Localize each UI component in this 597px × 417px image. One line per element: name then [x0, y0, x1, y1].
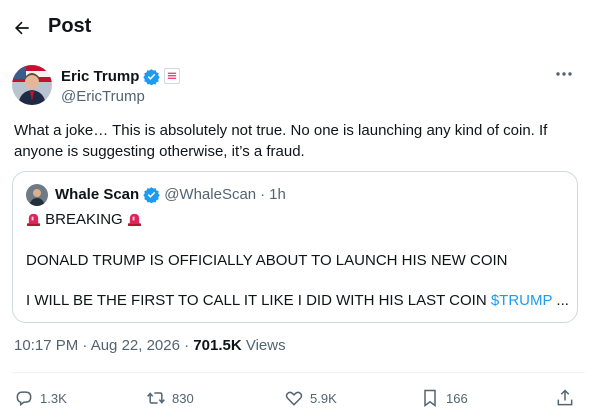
page-header: Post — [0, 0, 597, 56]
repost-button[interactable]: 830 — [146, 388, 194, 408]
like-icon — [285, 391, 303, 406]
quote-time[interactable]: 1h — [269, 186, 286, 203]
author-name[interactable]: Eric Trump — [61, 68, 139, 85]
bookmark-button[interactable]: 166 — [420, 388, 468, 408]
bookmark-count: 166 — [446, 390, 468, 406]
repost-icon — [147, 392, 165, 404]
quote-author-handle[interactable]: @WhaleScan — [164, 186, 256, 203]
flag-label-icon — [164, 68, 181, 84]
action-divider — [12, 372, 585, 373]
back-arrow-icon[interactable] — [12, 18, 32, 38]
view-count: 701.5K — [193, 337, 242, 354]
like-button[interactable]: 5.9K — [284, 388, 337, 408]
siren-icon — [127, 213, 141, 226]
views-label: Views — [241, 337, 286, 354]
repost-count: 830 — [172, 390, 194, 406]
quote-line-2-text: I WILL BE THE FIRST TO CALL IT LIKE I DI… — [26, 292, 491, 309]
bookmark-icon — [424, 389, 436, 407]
post-meta: 10:17 PM · Aug 22, 2026 · 701.5K Views — [14, 337, 286, 354]
cashtag-link[interactable]: $TRUMP — [491, 292, 552, 309]
siren-icon — [26, 213, 41, 226]
author-name-row: Eric Trump — [61, 67, 181, 85]
author-handle[interactable]: @EricTrump — [61, 88, 145, 105]
quote-header: Whale Scan @WhaleScan · 1h — [55, 186, 286, 203]
quote-separator: · — [260, 186, 266, 203]
verified-badge-icon — [143, 187, 160, 203]
quote-line-2-ellipsis: ... — [552, 292, 569, 309]
post-timestamp[interactable]: 10:17 PM · Aug 22, 2026 — [14, 337, 180, 354]
quote-author-name[interactable]: Whale Scan — [55, 186, 139, 203]
reply-button[interactable]: 1.3K — [14, 388, 67, 408]
quote-line-2: I WILL BE THE FIRST TO CALL IT LIKE I DI… — [26, 292, 569, 309]
reply-icon — [16, 391, 32, 407]
quote-avatar[interactable] — [26, 184, 48, 206]
reply-count: 1.3K — [40, 390, 67, 406]
author-avatar[interactable] — [12, 65, 52, 105]
quoted-post[interactable]: Whale Scan @WhaleScan · 1h BREAKING DONA… — [12, 171, 578, 323]
share-icon — [557, 389, 573, 406]
verified-badge-icon — [143, 68, 161, 85]
quote-breaking-line: BREAKING — [26, 211, 142, 228]
quote-breaking-text: BREAKING — [45, 211, 123, 228]
post-text: What a joke… This is absolutely not true… — [14, 122, 548, 160]
more-icon[interactable] — [554, 66, 574, 82]
page-title: Post — [48, 15, 92, 37]
quote-line-1: DONALD TRUMP IS OFFICIALLY ABOUT TO LAUN… — [26, 252, 508, 269]
like-count: 5.9K — [310, 390, 337, 406]
share-button[interactable] — [555, 388, 575, 408]
meta-separator: · — [179, 337, 194, 354]
